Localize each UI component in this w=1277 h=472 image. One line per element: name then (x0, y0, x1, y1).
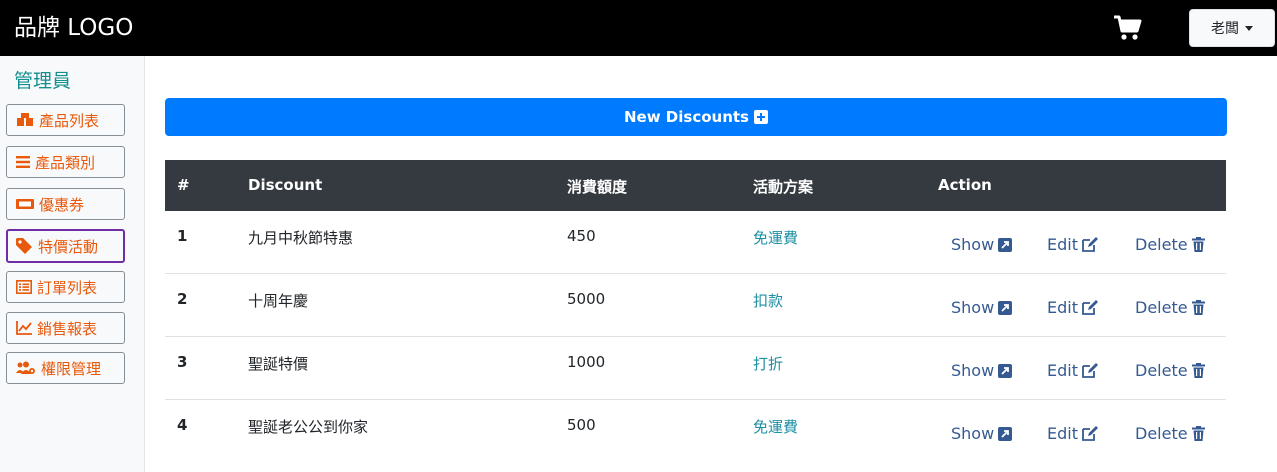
row-index: 1 (177, 227, 188, 245)
show-label: Show (951, 298, 995, 317)
edit-button[interactable]: Edit (1047, 235, 1099, 254)
row-plan: 扣款 (753, 292, 784, 310)
external-link-icon (998, 237, 1013, 252)
row-index: 2 (177, 290, 188, 308)
edit-icon (1082, 363, 1098, 378)
row-index: 4 (177, 416, 188, 434)
show-label: Show (951, 361, 995, 380)
show-label: Show (951, 424, 995, 443)
edit-button[interactable]: Edit (1047, 298, 1099, 317)
table-row: 1 九月中秋節特惠 450 免運費 Show Edit Delete (165, 211, 1226, 274)
cart-icon[interactable] (1113, 14, 1143, 42)
external-link-icon (998, 300, 1013, 315)
edit-label: Edit (1047, 424, 1078, 443)
delete-label: Delete (1135, 361, 1188, 380)
sidebar-item-coupons[interactable]: 優惠券 (6, 188, 125, 220)
row-discount: 九月中秋節特惠 (248, 229, 354, 247)
trash-icon (1191, 300, 1205, 315)
trash-icon (1191, 237, 1205, 252)
sidebar-item-label: 優惠券 (39, 195, 85, 214)
row-discount: 聖誕特價 (248, 355, 309, 373)
edit-icon (1082, 300, 1098, 315)
sidebar-item-label: 產品列表 (39, 111, 100, 130)
show-button[interactable]: Show (951, 424, 1013, 443)
table-header: # Discount 消費額度 活動方案 Action (165, 160, 1226, 211)
delete-label: Delete (1135, 235, 1188, 254)
edit-label: Edit (1047, 235, 1078, 254)
user-dropdown-button[interactable]: 老闆 (1189, 9, 1275, 47)
users-cog-icon (16, 361, 35, 374)
sidebar-item-label: 銷售報表 (37, 319, 98, 338)
table-row: 3 聖誕特價 1000 打折 Show Edit Delete (165, 337, 1226, 400)
header-amount: 消費額度 (567, 178, 628, 196)
sidebar-item-label: 特價活動 (38, 237, 99, 256)
delete-label: Delete (1135, 424, 1188, 443)
sidebar-item-orders[interactable]: 訂單列表 (6, 271, 125, 303)
chart-line-icon (16, 321, 32, 335)
discounts-table: # Discount 消費額度 活動方案 Action 1 九月中秋節特惠 45… (165, 160, 1226, 463)
header-action: Action (938, 176, 992, 194)
row-amount: 1000 (567, 353, 606, 371)
sidebar-item-categories[interactable]: 產品類別 (6, 146, 125, 178)
edit-button[interactable]: Edit (1047, 424, 1099, 443)
plus-square-icon (753, 110, 768, 124)
sidebar-item-specials[interactable]: 特價活動 (6, 229, 125, 263)
header-index: # (177, 176, 190, 194)
new-discounts-label: New Discounts (624, 108, 749, 126)
delete-button[interactable]: Delete (1135, 424, 1205, 443)
row-amount: 450 (567, 227, 596, 245)
row-discount: 聖誕老公公到你家 (248, 418, 369, 436)
show-button[interactable]: Show (951, 298, 1013, 317)
edit-label: Edit (1047, 298, 1078, 317)
show-button[interactable]: Show (951, 235, 1013, 254)
brand-logo[interactable]: 品牌 LOGO (14, 12, 133, 44)
row-plan: 打折 (753, 355, 784, 373)
sidebar-title: 管理員 (14, 70, 72, 92)
delete-label: Delete (1135, 298, 1188, 317)
edit-icon (1082, 237, 1098, 252)
table-row: 2 十周年慶 5000 扣款 Show Edit Delete (165, 274, 1226, 337)
sidebar-item-label: 權限管理 (41, 359, 102, 378)
list-icon (16, 156, 30, 168)
edit-button[interactable]: Edit (1047, 361, 1099, 380)
row-discount: 十周年慶 (248, 292, 309, 310)
delete-button[interactable]: Delete (1135, 235, 1205, 254)
external-link-icon (998, 363, 1013, 378)
user-label: 老闆 (1211, 21, 1239, 37)
row-amount: 5000 (567, 290, 606, 308)
tag-icon (16, 238, 32, 254)
row-plan: 免運費 (753, 418, 799, 436)
header-discount: Discount (248, 176, 323, 194)
sidebar-item-sales-report[interactable]: 銷售報表 (6, 312, 125, 344)
row-index: 3 (177, 353, 188, 371)
show-button[interactable]: Show (951, 361, 1013, 380)
delete-button[interactable]: Delete (1135, 361, 1205, 380)
delete-button[interactable]: Delete (1135, 298, 1205, 317)
row-amount: 500 (567, 416, 596, 434)
row-plan: 免運費 (753, 229, 799, 247)
show-label: Show (951, 235, 995, 254)
sidebar-item-label: 產品類別 (35, 153, 96, 172)
sidebar-item-label: 訂單列表 (37, 278, 98, 297)
caret-down-icon (1245, 25, 1253, 31)
ticket-icon (16, 199, 34, 209)
edit-icon (1082, 426, 1098, 441)
new-discounts-button[interactable]: New Discounts (165, 98, 1227, 136)
list-alt-icon (16, 280, 32, 294)
external-link-icon (998, 426, 1013, 441)
trash-icon (1191, 426, 1205, 441)
sidebar-item-products[interactable]: 產品列表 (6, 104, 125, 136)
header-plan: 活動方案 (753, 178, 814, 196)
edit-label: Edit (1047, 361, 1078, 380)
boxes-icon (17, 113, 33, 126)
sidebar: 管理員 產品列表 產品類別 優惠券 特價活動 訂單列表 銷售報表 權限管理 (0, 56, 145, 472)
table-row: 4 聖誕老公公到你家 500 免運費 Show Edit Delete (165, 400, 1226, 463)
trash-icon (1191, 363, 1205, 378)
top-navbar: 品牌 LOGO 老闆 (0, 0, 1277, 56)
sidebar-item-permissions[interactable]: 權限管理 (6, 352, 125, 384)
